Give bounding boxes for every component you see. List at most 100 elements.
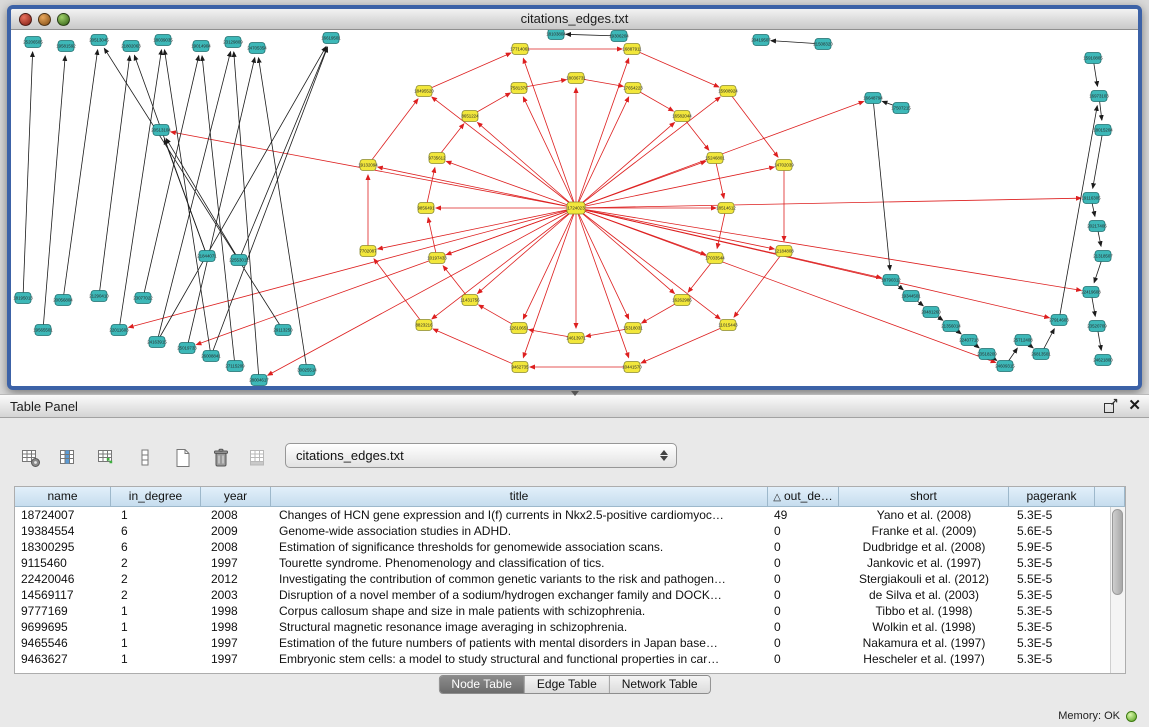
table-row[interactable]: 946554611997Estimation of the future num…	[15, 635, 1110, 651]
table-cell[interactable]: Changes of HCN gene expression and I(f) …	[271, 507, 768, 523]
network-node[interactable]: 17507215	[891, 103, 911, 114]
network-node[interactable]: 18495520	[414, 86, 434, 97]
table-row[interactable]: 977716911998Corpus callosum shape and si…	[15, 603, 1110, 619]
table-cell[interactable]: 2	[111, 555, 201, 571]
table-cell[interactable]: 1998	[201, 619, 271, 635]
table-cell[interactable]: 1	[111, 619, 201, 635]
network-node[interactable]: 23518209	[977, 349, 997, 360]
network-node[interactable]: 12184808	[774, 246, 794, 257]
network-node[interactable]: 30025514	[297, 365, 317, 376]
network-canvas[interactable]: 1724023185146121703354416262986153180311…	[11, 30, 1138, 386]
network-node[interactable]: 16262986	[672, 295, 692, 306]
delete-table-icon[interactable]	[208, 445, 234, 471]
network-node[interactable]: 21356014	[941, 321, 961, 332]
network-node[interactable]: 21508320	[813, 39, 833, 50]
table-cell[interactable]: 0	[768, 539, 839, 555]
network-edge[interactable]	[734, 251, 784, 317]
network-edge[interactable]	[576, 208, 996, 363]
network-edge[interactable]	[23, 52, 33, 298]
network-node[interactable]: 26813501	[1031, 349, 1051, 360]
network-edge[interactable]	[576, 208, 774, 249]
network-node[interactable]: 21844071	[197, 251, 217, 262]
network-graph[interactable]: 1724023185146121703354416262986153180311…	[11, 30, 1138, 386]
network-node[interactable]: 14702039	[774, 160, 794, 171]
table-cell[interactable]: 49	[768, 507, 839, 523]
column-header-year[interactable]: year	[201, 487, 271, 507]
network-edge[interactable]	[433, 329, 520, 367]
table-cell[interactable]: 0	[768, 651, 839, 667]
network-edge[interactable]	[432, 97, 576, 208]
table-cell[interactable]: Stergiakouli et al. (2012)	[839, 571, 1009, 587]
network-edge[interactable]	[104, 48, 283, 330]
network-node[interactable]: 7581376	[510, 83, 528, 94]
network-node[interactable]: 24163915	[147, 337, 167, 348]
network-edge[interactable]	[432, 208, 576, 319]
network-edge[interactable]	[187, 58, 255, 348]
network-node[interactable]: 21290410	[89, 291, 109, 302]
network-node[interactable]: 19116305	[1081, 193, 1101, 204]
table-cell[interactable]: 1	[111, 651, 201, 667]
table-cell[interactable]: 5.3E-5	[1009, 619, 1095, 635]
network-node[interactable]: 21318507	[1093, 251, 1113, 262]
network-node[interactable]: 18195013	[13, 293, 33, 304]
column-header-in-degree[interactable]: in_degree	[111, 487, 201, 507]
table-cell[interactable]: 9699695	[15, 619, 111, 635]
column-header-pagerank[interactable]: pagerank	[1009, 487, 1095, 507]
table-cell[interactable]: 2	[111, 587, 201, 603]
table-cell[interactable]: 0	[768, 635, 839, 651]
network-node[interactable]: 23077022	[133, 293, 153, 304]
table-cell[interactable]: 9777169	[15, 603, 111, 619]
network-edge[interactable]	[728, 91, 778, 157]
table-cell[interactable]: 5.5E-5	[1009, 571, 1095, 587]
network-node[interactable]: 14613971	[566, 333, 586, 344]
row-tools-icon[interactable]	[132, 445, 158, 471]
network-node[interactable]: 24609315	[995, 361, 1015, 372]
network-edge[interactable]	[259, 58, 307, 370]
network-edge[interactable]	[368, 99, 418, 165]
zoom-window-icon[interactable]	[57, 13, 70, 26]
network-edge[interactable]	[641, 325, 728, 363]
network-edge[interactable]	[424, 53, 511, 91]
network-node[interactable]: 15318031	[623, 323, 643, 334]
network-node[interactable]: 27914603	[1049, 315, 1069, 326]
network-edge[interactable]	[576, 198, 1081, 208]
table-row[interactable]: 911546021997Tourette syndrome. Phenomeno…	[15, 555, 1110, 571]
window-titlebar[interactable]: citations_edges.txt	[11, 9, 1138, 30]
table-cell[interactable]: 1997	[201, 651, 271, 667]
network-node[interactable]: 25712408	[1013, 335, 1033, 346]
table-cell[interactable]: Tibbo et al. (1998)	[839, 603, 1009, 619]
table-cell[interactable]: Nakamura et al. (1997)	[839, 635, 1009, 651]
network-node[interactable]: 16582044	[672, 111, 692, 122]
network-node[interactable]: 19344501	[901, 291, 921, 302]
network-node[interactable]: 15908924	[718, 86, 738, 97]
table-cell[interactable]: 1998	[201, 603, 271, 619]
table-settings-icon[interactable]	[18, 445, 44, 471]
network-node[interactable]: 18015204	[1093, 125, 1113, 136]
network-node[interactable]: 15246801	[705, 153, 725, 164]
table-cell[interactable]: Investigating the contribution of common…	[271, 571, 768, 587]
network-node[interactable]: 20056804	[53, 295, 73, 306]
network-node[interactable]: 23129809	[223, 37, 243, 48]
table-row[interactable]: 1830029562008Estimation of significance …	[15, 539, 1110, 555]
column-header-short[interactable]: short	[839, 487, 1009, 507]
table-cell[interactable]: 6	[111, 539, 201, 555]
table-cell[interactable]: 1	[111, 507, 201, 523]
table-row[interactable]: 946362711997Embryonic stem cells: a mode…	[15, 651, 1110, 667]
tab-node-table[interactable]: Node Table	[439, 676, 525, 693]
network-node[interactable]: 17654223	[623, 83, 643, 94]
network-node[interactable]: 24705354	[247, 43, 267, 54]
table-cell[interactable]: Tourette syndrome. Phenomenology and cla…	[271, 555, 768, 571]
network-node[interactable]: 27115209	[225, 361, 245, 372]
network-node[interactable]: 10441570	[622, 362, 642, 373]
table-cell[interactable]: 9463627	[15, 651, 111, 667]
table-cell[interactable]: 5.3E-5	[1009, 587, 1095, 603]
network-edge[interactable]	[378, 167, 576, 208]
table-cell[interactable]: 0	[768, 587, 839, 603]
network-edge[interactable]	[1093, 130, 1103, 188]
network-node[interactable]: 19581592	[56, 41, 76, 52]
network-node[interactable]: 11015443	[718, 320, 738, 331]
table-cell[interactable]: Estimation of the future numbers of pati…	[271, 635, 768, 651]
table-cell[interactable]: 2008	[201, 539, 271, 555]
table-cell[interactable]: Yano et al. (2008)	[839, 507, 1009, 523]
table-cell[interactable]: 2012	[201, 571, 271, 587]
